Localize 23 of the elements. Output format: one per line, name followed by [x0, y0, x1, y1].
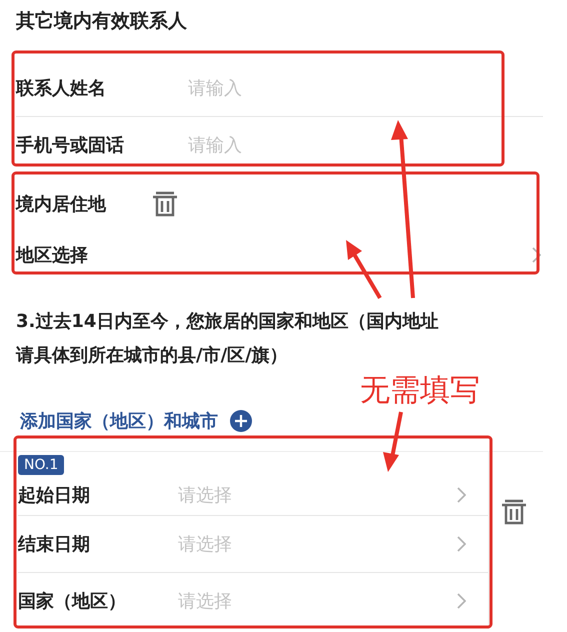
picker-field[interactable]: 请选择: [178, 589, 232, 613]
annotation-arrow: [383, 412, 403, 472]
annotation-arrow: [346, 240, 382, 300]
field-label: 起始日期: [18, 484, 91, 507]
number-badge: NO.1: [18, 455, 64, 475]
chevron-right-icon[interactable]: [532, 247, 541, 263]
field-label: 国家（地区）: [18, 590, 127, 613]
input-field[interactable]: 请输入: [188, 134, 438, 156]
trash-icon[interactable]: [152, 190, 178, 218]
field-label: 结束日期: [18, 533, 91, 556]
section-title: 其它境内有效联系人: [15, 9, 188, 34]
picker-field[interactable]: 请选择: [178, 483, 232, 507]
annotation-text: 无需填写: [360, 374, 480, 408]
trash-icon[interactable]: [501, 498, 527, 526]
add-country-link[interactable]: 添加国家（地区）和城市: [20, 409, 218, 433]
field-label: 境内居住地: [16, 193, 107, 216]
field-label: 联系人姓名: [16, 77, 107, 100]
field-label: 手机号或固话: [16, 134, 125, 157]
add-icon[interactable]: [230, 410, 252, 432]
question-text: 3.过去14日内至今，您旅居的国家和地区（国内地址请具体到所在城市的县/市/区/旗）: [16, 310, 440, 368]
field-label: 地区选择: [16, 244, 89, 267]
picker-field[interactable]: 请选择: [178, 532, 232, 556]
input-field[interactable]: 请输入: [188, 78, 438, 98]
